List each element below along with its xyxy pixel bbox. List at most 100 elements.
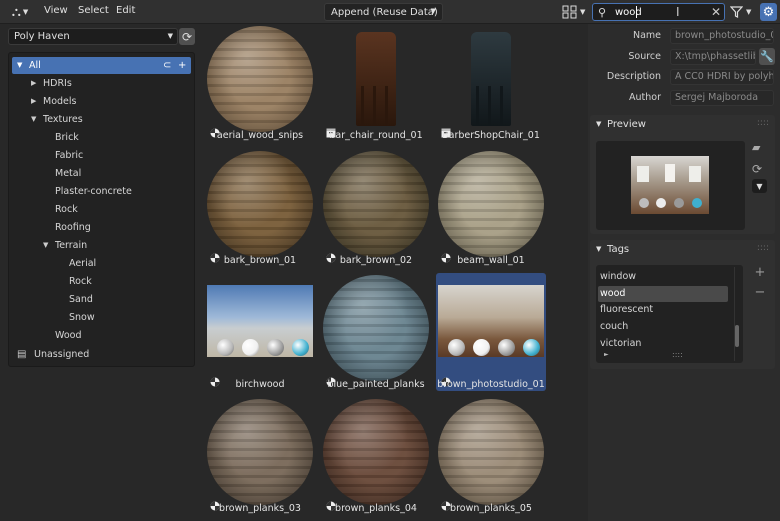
asset-thumbnail xyxy=(323,275,429,381)
asset-thumbnail xyxy=(438,399,544,505)
chevron-down-icon: ▼ xyxy=(756,181,763,191)
catalog-item-unassigned[interactable]: ▤ Unassigned xyxy=(12,346,191,363)
asset-tile[interactable]: brown_planks_05 xyxy=(436,397,546,515)
display-mode-button[interactable]: ▼ xyxy=(562,3,588,21)
catalog-item-label: Models xyxy=(43,96,77,107)
refresh-library-button[interactable]: ⟳ xyxy=(179,28,195,45)
asset-name: bark_brown_02 xyxy=(339,255,413,266)
search-value: wood xyxy=(615,7,642,18)
new-catalog-icon[interactable]: ⊂ xyxy=(163,57,171,74)
catalog-item-hdris[interactable]: ▶ HDRIs xyxy=(12,75,191,92)
tag-item[interactable]: couch xyxy=(598,319,728,335)
remove-tag-button[interactable]: − xyxy=(752,285,768,301)
disclosure-open-icon[interactable]: ▼ xyxy=(43,237,48,254)
filter-button[interactable]: ▼ xyxy=(730,3,756,21)
asset-tile[interactable]: brown_planks_04 xyxy=(321,397,431,515)
minus-icon: − xyxy=(754,285,766,300)
catalog-item-terrain[interactable]: ▼ Terrain xyxy=(12,237,191,254)
catalog-item-label: Fabric xyxy=(55,150,84,161)
catalog-item-label: Snow xyxy=(69,312,95,323)
add-tag-button[interactable]: + xyxy=(752,265,768,281)
asset-library-dropdown[interactable]: Poly Haven ▼ xyxy=(8,28,178,45)
tag-item[interactable]: victorian xyxy=(598,336,728,352)
gear-icon: ⚙ xyxy=(762,4,775,20)
text-caret xyxy=(636,6,637,18)
preview-panel-header[interactable]: ▼ Preview :::: xyxy=(590,115,775,135)
menu-view[interactable]: View xyxy=(44,5,68,16)
catalog-item-label: Metal xyxy=(55,168,82,179)
menu-edit[interactable]: Edit xyxy=(116,5,135,16)
tags-scrollbar-track xyxy=(734,267,740,361)
catalog-item-all[interactable]: ▼ All ⊂ + xyxy=(12,57,191,74)
catalog-item-wood[interactable]: Wood xyxy=(12,327,191,344)
catalog-item-snow[interactable]: Snow xyxy=(12,309,191,326)
tag-item[interactable]: window xyxy=(598,269,728,285)
asset-tile[interactable]: bark_brown_01 xyxy=(205,149,315,267)
author-label: Author xyxy=(629,92,661,103)
refresh-icon: ⟳ xyxy=(181,29,193,44)
generate-preview-button[interactable]: ⟳ xyxy=(752,162,768,176)
disclosure-closed-icon[interactable]: ▶ xyxy=(31,75,36,92)
asset-name: brown_photostudio_01 xyxy=(437,379,545,390)
asset-thumbnail xyxy=(207,399,313,505)
catalog-item-sand[interactable]: Sand xyxy=(12,291,191,308)
asset-tile[interactable]: BarberShopChair_01 xyxy=(436,24,546,142)
catalog-item-fabric[interactable]: Fabric xyxy=(12,147,191,164)
asset-tile[interactable]: beam_wall_01 xyxy=(436,149,546,267)
catalog-item-rock[interactable]: Rock xyxy=(12,273,191,290)
chevron-down-icon: ▼ xyxy=(596,245,602,253)
tags-panel-header[interactable]: ▼ Tags :::: xyxy=(590,240,775,260)
load-preview-button[interactable]: ▰ xyxy=(752,141,768,155)
clear-search-icon[interactable]: ✕ xyxy=(711,5,721,19)
folder-icon: ▰ xyxy=(752,141,761,154)
preview-panel-title: Preview xyxy=(607,119,646,130)
expand-list-icon[interactable]: ► xyxy=(604,351,609,358)
catalog-item-aerial[interactable]: Aerial xyxy=(12,255,191,272)
asset-tile[interactable]: birchwood xyxy=(205,273,315,391)
catalog-item-metal[interactable]: Metal xyxy=(12,165,191,182)
editor-type-button[interactable]: ⛬ ▼ xyxy=(6,3,34,21)
description-field[interactable]: A CC0 HDRI by polyh... xyxy=(670,69,774,85)
asset-tile[interactable]: brown_planks_03 xyxy=(205,397,315,515)
settings-button[interactable]: ⚙ xyxy=(760,3,777,21)
author-field[interactable]: Sergej Majboroda xyxy=(670,90,774,106)
open-source-button[interactable]: 🔧 xyxy=(759,48,775,65)
asset-tile[interactable]: blue_painted_planks xyxy=(321,273,431,391)
add-catalog-icon[interactable]: + xyxy=(178,57,186,74)
catalog-item-brick[interactable]: Brick xyxy=(12,129,191,146)
asset-tile[interactable]: bark_brown_02 xyxy=(321,149,431,267)
tag-item[interactable]: fluorescent xyxy=(598,302,728,318)
asset-name: BarberShopChair_01 xyxy=(442,130,540,141)
asset-name: blue_painted_planks xyxy=(327,379,425,390)
asset-thumbnail xyxy=(323,151,429,257)
asset-thumbnail xyxy=(207,26,313,132)
name-field[interactable]: brown_photostudio_01 xyxy=(670,28,774,44)
catalog-item-textures[interactable]: ▼ Textures xyxy=(12,111,191,128)
search-input[interactable]: ⚲ wood I ✕ xyxy=(592,3,725,21)
catalog-item-label: All xyxy=(29,60,41,71)
chevron-down-icon: ▼ xyxy=(167,32,173,40)
catalog-item-rock[interactable]: Rock xyxy=(12,201,191,218)
catalog-item-models[interactable]: ▶ Models xyxy=(12,93,191,110)
asset-thumbnail xyxy=(438,151,544,257)
asset-tile[interactable]: bar_chair_round_01 xyxy=(321,24,431,142)
unassigned-icon: ▤ xyxy=(17,349,27,360)
asset-name: birchwood xyxy=(235,379,285,390)
drag-handle-icon[interactable]: :::: xyxy=(757,243,769,253)
disclosure-closed-icon[interactable]: ▶ xyxy=(31,93,36,110)
asset-tile[interactable]: brown_photostudio_01 xyxy=(436,273,546,391)
tag-item[interactable]: wood xyxy=(598,285,728,302)
catalog-item-plaster-concrete[interactable]: Plaster-concrete xyxy=(12,183,191,200)
preview-menu-button[interactable]: ▼ xyxy=(752,179,767,193)
asset-thumbnail xyxy=(207,151,313,257)
source-field[interactable]: X:\tmp\phassetlib... xyxy=(670,49,756,65)
menu-select[interactable]: Select xyxy=(78,5,109,16)
import-method-dropdown[interactable]: Append (Reuse Data) ▼ xyxy=(324,3,443,21)
asset-tile[interactable]: aerial_wood_snips xyxy=(205,24,315,142)
catalog-item-roofing[interactable]: Roofing xyxy=(12,219,191,236)
drag-handle-icon[interactable]: :::: xyxy=(757,118,769,128)
catalog-item-label: Brick xyxy=(55,132,79,143)
disclosure-open-icon[interactable]: ▼ xyxy=(17,57,22,74)
asset-thumbnail xyxy=(438,26,544,132)
disclosure-open-icon[interactable]: ▼ xyxy=(31,111,36,128)
